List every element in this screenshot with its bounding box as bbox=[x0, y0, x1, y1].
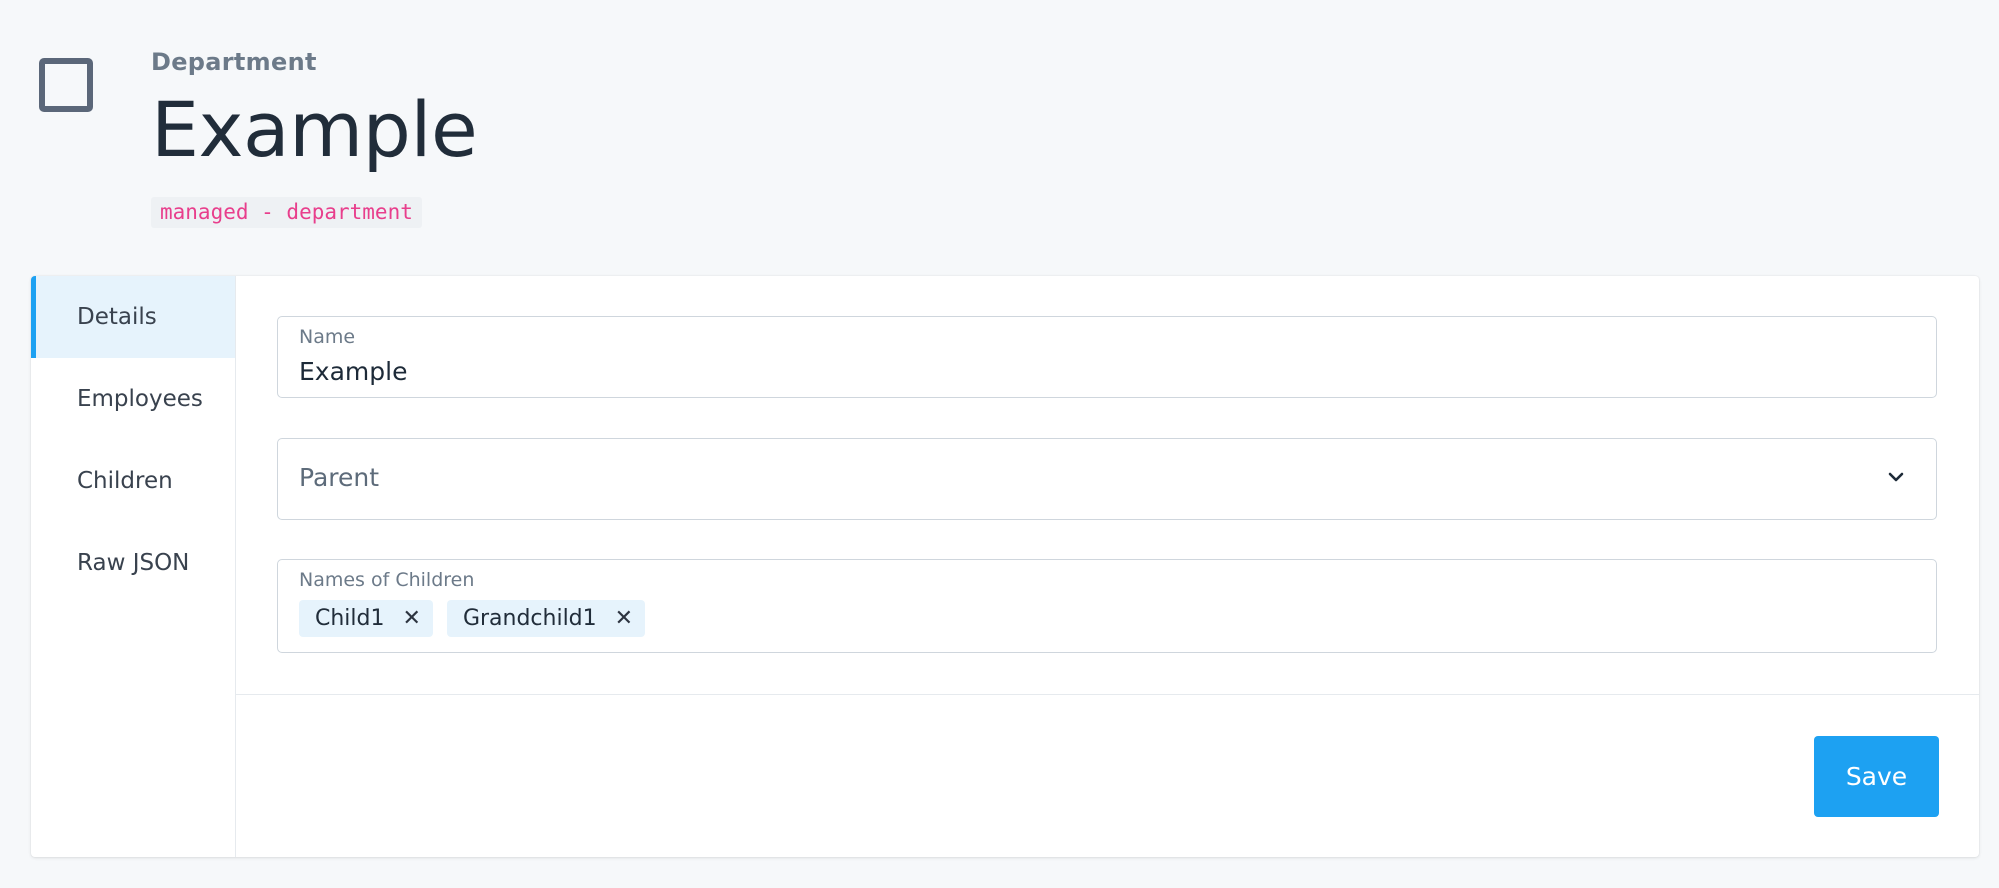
sidebar-item-label: Children bbox=[77, 468, 173, 494]
chevron-down-icon[interactable] bbox=[1886, 467, 1906, 487]
form-content: Name Example Parent Names of Children Ch… bbox=[236, 276, 1979, 857]
page-title: Example bbox=[151, 85, 478, 174]
sidebar-item-details[interactable]: Details bbox=[31, 276, 235, 358]
sidebar-item-children[interactable]: Children bbox=[31, 440, 235, 522]
form-divider bbox=[236, 694, 1979, 695]
resource-type-badge: managed - department bbox=[151, 197, 422, 228]
sidebar-item-label: Employees bbox=[77, 386, 203, 412]
parent-select[interactable]: Parent bbox=[277, 438, 1937, 520]
page-eyebrow: Department bbox=[151, 48, 317, 76]
name-field-value[interactable]: Example bbox=[299, 357, 407, 386]
name-field-label: Name bbox=[299, 326, 356, 348]
sidebar-item-raw-json[interactable]: Raw JSON bbox=[31, 522, 235, 604]
children-names-label: Names of Children bbox=[299, 569, 475, 591]
name-field[interactable]: Name Example bbox=[277, 316, 1937, 398]
chip-label: Child1 bbox=[315, 606, 385, 631]
chip-label: Grandchild1 bbox=[462, 606, 597, 631]
children-names-field[interactable]: Names of Children Child1 ✕ Grandchild1 ✕ bbox=[277, 559, 1937, 653]
parent-select-placeholder: Parent bbox=[299, 463, 380, 492]
header-checkbox-icon bbox=[39, 58, 93, 112]
chip-child1: Child1 ✕ bbox=[299, 600, 433, 637]
detail-card: Details Employees Children Raw JSON Name… bbox=[31, 276, 1979, 857]
chip-list: Child1 ✕ Grandchild1 ✕ bbox=[299, 600, 646, 637]
save-button[interactable]: Save bbox=[1814, 736, 1939, 817]
close-icon[interactable]: ✕ bbox=[403, 606, 421, 631]
sidebar-item-label: Details bbox=[77, 304, 157, 330]
sidebar-item-label: Raw JSON bbox=[77, 550, 190, 576]
close-icon[interactable]: ✕ bbox=[615, 606, 633, 631]
sidebar-item-employees[interactable]: Employees bbox=[31, 358, 235, 440]
chip-grandchild1: Grandchild1 ✕ bbox=[446, 600, 646, 637]
sidebar-nav: Details Employees Children Raw JSON bbox=[31, 276, 236, 857]
